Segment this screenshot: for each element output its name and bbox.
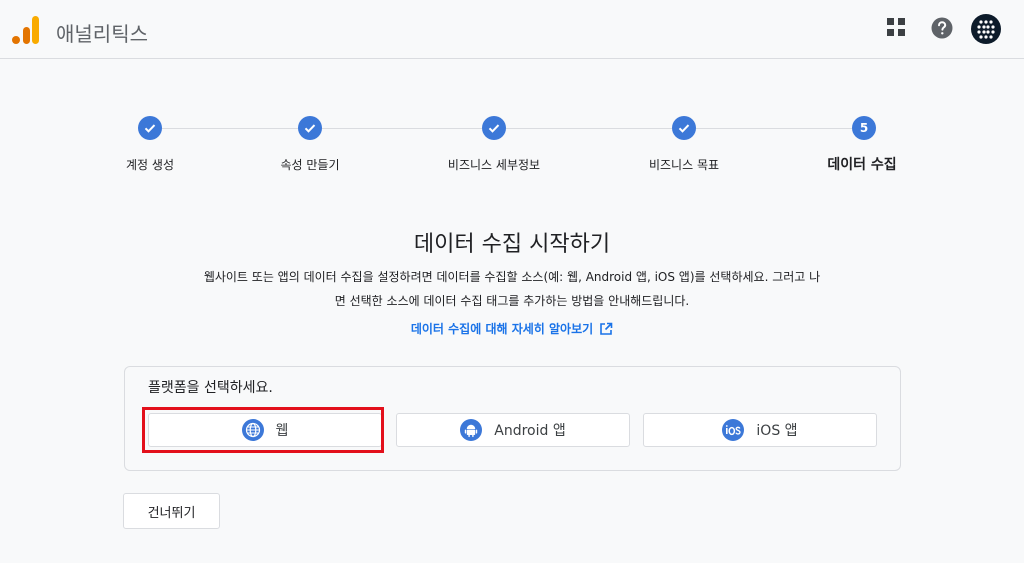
- step-1-check-icon: [138, 116, 162, 140]
- skip-button[interactable]: 건너뛰기: [123, 493, 220, 529]
- avatar-pattern-icon: [977, 20, 995, 39]
- ios-platform-button[interactable]: iOS 앱: [643, 413, 877, 447]
- step-connector: [696, 128, 852, 129]
- apps-grid-icon[interactable]: [886, 17, 906, 37]
- step-label-property: 속성 만들기: [280, 158, 340, 172]
- step-4-check-icon: [672, 116, 696, 140]
- step-connector: [162, 128, 298, 129]
- page-description: 웹사이트 또는 앱의 데이터 수집을 설정하려면 데이터를 수집할 소스(예: …: [160, 265, 864, 313]
- top-app-bar: 애널리틱스: [0, 0, 1024, 59]
- page-title: 데이터 수집 시작하기: [413, 232, 611, 257]
- step-3-check-icon: [482, 116, 506, 140]
- app-title[interactable]: 애널리틱스: [56, 18, 148, 47]
- step-5-number: 5: [852, 116, 876, 140]
- step-label-account: 계정 생성: [126, 158, 174, 172]
- android-platform-button[interactable]: Android 앱: [396, 413, 630, 447]
- selection-highlight: [142, 407, 384, 453]
- android-icon: [460, 419, 483, 441]
- ios-label: iOS 앱: [756, 423, 798, 439]
- help-icon[interactable]: [931, 17, 953, 39]
- step-2-check-icon: [298, 116, 322, 140]
- account-avatar[interactable]: [971, 14, 1001, 44]
- setup-stepper: 5 계정 생성 속성 만들기 비즈니스 세부정보 비즈니스 목표 데이터 수집: [0, 116, 1024, 176]
- step-connector: [506, 128, 672, 129]
- step-label-data-collection: 데이터 수집: [827, 157, 897, 173]
- step-label-business-details: 비즈니스 세부정보: [447, 158, 541, 172]
- description-line: 웹사이트 또는 앱의 데이터 수집을 설정하려면 데이터를 수집할 소스(예: …: [203, 270, 821, 284]
- description-line: 면 선택한 소스에 데이터 수집 태그를 추가하는 방법을 안내해드립니다.: [334, 294, 690, 308]
- ios-icon: [722, 419, 745, 441]
- learn-more-label[interactable]: 데이터 수집에 대해 자세히 알아보기: [411, 322, 593, 336]
- step-connector: [322, 128, 482, 129]
- learn-more-link[interactable]: 데이터 수집에 대해 자세히 알아보기: [0, 320, 1024, 337]
- android-label: Android 앱: [494, 423, 566, 439]
- platform-prompt: 플랫폼을 선택하세요.: [148, 380, 273, 396]
- step-label-business-goals: 비즈니스 목표: [648, 158, 720, 172]
- open-in-new-icon[interactable]: [599, 322, 613, 336]
- analytics-logo-icon[interactable]: [12, 15, 40, 45]
